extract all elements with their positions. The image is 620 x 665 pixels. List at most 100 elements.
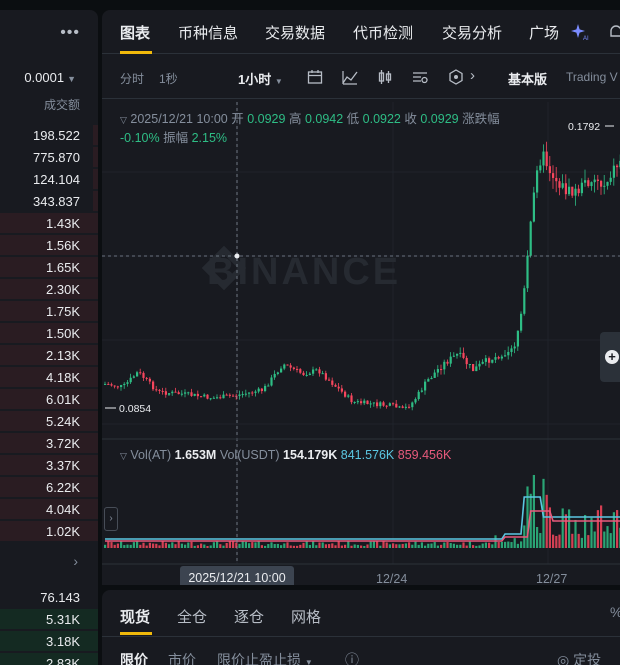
- interval-select[interactable]: 1小时 ▼: [238, 69, 283, 88]
- x-axis-label: 12/27: [536, 572, 568, 585]
- chevron-down-icon[interactable]: ▽: [120, 115, 127, 125]
- order-type-stop-limit[interactable]: 限价止盈止损 ▼: [217, 650, 313, 665]
- ask-row[interactable]: 1.02K: [0, 521, 98, 543]
- ask-row[interactable]: 1.56K: [0, 235, 98, 257]
- chevron-down-icon[interactable]: ▽: [120, 451, 127, 461]
- more-dots-icon[interactable]: •••: [60, 24, 80, 42]
- volume-bar: [193, 545, 196, 548]
- ask-row[interactable]: 6.22K: [0, 477, 98, 499]
- ask-row[interactable]: 775.870: [0, 147, 98, 169]
- candle-body: [216, 397, 219, 399]
- price-step-select[interactable]: 0.0001 ▼: [24, 70, 76, 85]
- candle-body: [363, 400, 366, 404]
- candle-body: [584, 180, 587, 183]
- bid-row[interactable]: 5.31K: [0, 609, 98, 631]
- ask-row[interactable]: 1.43K: [0, 213, 98, 235]
- candlestick-chart-area[interactable]: BINANCE 0.0854 0.1792 ▽ 2025/12/21 10:00…: [102, 102, 620, 585]
- tab-square[interactable]: 广场: [529, 22, 559, 43]
- ask-row[interactable]: 1.75K: [0, 301, 98, 323]
- volume-bar: [468, 541, 471, 548]
- candle-body: [209, 398, 212, 400]
- volume-bar: [129, 544, 132, 548]
- indicator-icon[interactable]: [342, 69, 358, 85]
- ask-row[interactable]: 3.37K: [0, 455, 98, 477]
- volume-bar: [228, 541, 231, 548]
- volume-bar: [334, 545, 337, 548]
- chart-settings-icon[interactable]: [412, 69, 428, 85]
- ask-row[interactable]: 2.30K: [0, 279, 98, 301]
- volume-bar: [347, 541, 350, 548]
- candle-body: [395, 403, 398, 408]
- ask-row[interactable]: 3.72K: [0, 433, 98, 455]
- chevron-right-icon[interactable]: ›: [470, 67, 475, 84]
- interval-1s[interactable]: 1秒: [159, 70, 178, 87]
- ask-row[interactable]: 4.18K: [0, 367, 98, 389]
- add-indicator-button[interactable]: +: [600, 332, 620, 382]
- tab-cross-margin[interactable]: 全仓: [177, 606, 207, 627]
- ask-row[interactable]: 2.13K: [0, 345, 98, 367]
- percent-icon[interactable]: %: [610, 604, 620, 620]
- tab-coin-info[interactable]: 币种信息: [178, 22, 238, 43]
- chevron-right-icon[interactable]: ›: [73, 553, 78, 569]
- order-type-limit[interactable]: 限价: [120, 650, 148, 665]
- ask-amount: 6.01K: [46, 392, 80, 407]
- bell-icon[interactable]: [608, 23, 620, 41]
- tab-grid[interactable]: 网格: [291, 606, 321, 627]
- volume-bar: [440, 544, 443, 548]
- order-type-market[interactable]: 市价: [168, 650, 196, 665]
- candle-body: [516, 330, 519, 347]
- candle-body: [449, 356, 452, 364]
- candle-body: [174, 391, 177, 393]
- candle-body: [609, 177, 612, 182]
- ask-row[interactable]: 198.522: [0, 125, 98, 147]
- bid-row[interactable]: 3.18K: [0, 631, 98, 653]
- candle-body: [321, 373, 324, 375]
- ask-row[interactable]: 124.104: [0, 169, 98, 191]
- change-label: 涨跌幅: [462, 112, 500, 126]
- ask-row[interactable]: 4.04K: [0, 499, 98, 521]
- volume-bar: [219, 544, 222, 548]
- dca-button[interactable]: ◎ 定投: [557, 650, 601, 665]
- low-label: 低: [346, 112, 360, 126]
- volume-bar: [388, 544, 391, 548]
- ai-sparkle-icon[interactable]: AI: [570, 23, 590, 41]
- basic-version-toggle[interactable]: 基本版: [508, 69, 547, 88]
- candle-body: [120, 385, 123, 387]
- calendar-icon[interactable]: [307, 69, 323, 85]
- tab-trade-analysis[interactable]: 交易分析: [442, 22, 502, 43]
- candle-body: [152, 381, 155, 390]
- volume-bar: [174, 544, 177, 548]
- volume-bar: [238, 543, 241, 548]
- tradingview-toggle[interactable]: Trading V: [566, 70, 618, 84]
- ask-row[interactable]: 1.50K: [0, 323, 98, 345]
- volume-bar: [283, 543, 286, 548]
- ask-row[interactable]: 1.65K: [0, 257, 98, 279]
- candlestick-type-icon[interactable]: [377, 69, 393, 85]
- tab-spot[interactable]: 现货: [120, 606, 150, 627]
- bid-row[interactable]: 76.143: [0, 587, 98, 609]
- ask-depth-bar: [93, 169, 98, 189]
- tab-isolated-margin[interactable]: 逐仓: [234, 606, 264, 627]
- volume-bar: [587, 535, 590, 548]
- ask-row[interactable]: 6.01K: [0, 389, 98, 411]
- tab-chart[interactable]: 图表: [120, 22, 150, 43]
- volume-bar: [161, 541, 164, 548]
- info-icon[interactable]: ⓘ: [345, 650, 359, 665]
- candlestick-chart[interactable]: BINANCE 0.0854 0.1792: [102, 102, 620, 585]
- volume-bar: [452, 543, 455, 548]
- candle-body: [289, 365, 292, 368]
- tab-trade-data[interactable]: 交易数据: [265, 22, 325, 43]
- volume-bar: [184, 544, 187, 548]
- volume-bar: [251, 542, 254, 548]
- vol-ma2-value: 859.456K: [397, 448, 452, 462]
- candle-body: [411, 402, 414, 408]
- bid-row[interactable]: 2.83K: [0, 653, 98, 665]
- interval-timeline[interactable]: 分时: [120, 70, 144, 87]
- hexagon-icon[interactable]: [448, 69, 464, 85]
- candle-body: [132, 376, 135, 378]
- volume-bar: [244, 541, 247, 548]
- ask-row[interactable]: 343.837: [0, 191, 98, 213]
- ask-row[interactable]: 5.24K: [0, 411, 98, 433]
- chevron-right-icon[interactable]: ›: [104, 507, 118, 531]
- tab-token-check[interactable]: 代币检测: [353, 22, 413, 43]
